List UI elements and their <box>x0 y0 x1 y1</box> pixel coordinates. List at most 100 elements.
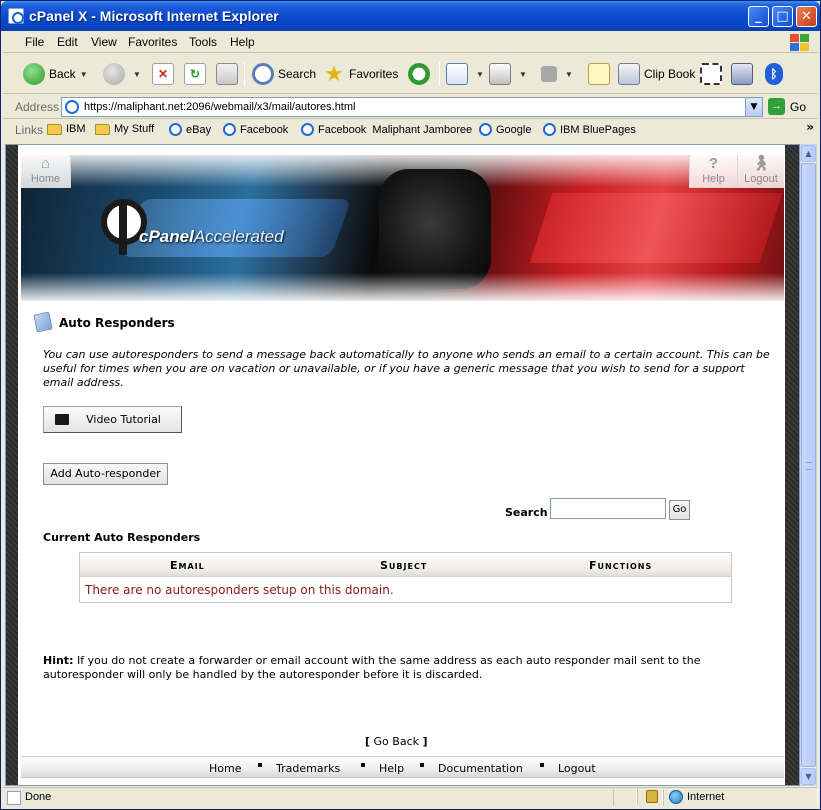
discuss-button[interactable] <box>588 60 614 88</box>
clipbook-icon <box>618 63 640 85</box>
stop-icon: ✕ <box>152 63 174 85</box>
menu-tools[interactable]: Tools <box>189 35 217 49</box>
browser-window: cPanel X - Microsoft Internet Explorer _… <box>0 0 821 810</box>
ie-page-icon <box>223 123 236 136</box>
separator-dot <box>258 763 262 767</box>
walking-person-icon: 🚶︎ <box>751 155 771 172</box>
menu-view[interactable]: View <box>91 35 117 49</box>
address-label: Address <box>15 100 60 114</box>
ie-page-icon <box>301 123 314 136</box>
lock-icon[interactable] <box>646 790 658 803</box>
back-button[interactable]: Back ▼ <box>23 60 88 88</box>
menu-help[interactable]: Help <box>230 35 255 49</box>
link-ebay[interactable]: eBay <box>169 123 211 136</box>
banner-logout-button[interactable]: 🚶︎ Logout <box>737 155 784 188</box>
home-button[interactable] <box>216 60 242 88</box>
link-ibm[interactable]: IBM <box>47 123 86 135</box>
go-back: [ Go Back ] <box>365 735 428 748</box>
chevron-down-icon[interactable]: ▼ <box>476 70 484 79</box>
page-viewport: cPanelAccelerated ⌂ Home ? Help 🚶︎ Logou… <box>5 144 800 786</box>
link-facebook-jamboree[interactable]: Facebook Maliphant Jamboree <box>301 123 472 136</box>
go-back-link[interactable]: Go Back <box>374 735 419 748</box>
minimize-button[interactable]: _ <box>748 6 769 27</box>
windows-logo-icon <box>786 32 812 52</box>
page-background: cPanelAccelerated ⌂ Home ? Help 🚶︎ Logou… <box>6 145 799 785</box>
search-go-button[interactable]: Go <box>669 500 690 520</box>
footer-help-link[interactable]: Help <box>379 762 404 775</box>
chevron-down-icon[interactable]: ▼ <box>80 70 88 79</box>
cpanel-logo-text: cPanelAccelerated <box>139 227 284 247</box>
video-tutorial-button[interactable]: Video Tutorial <box>43 406 182 433</box>
intro-text: You can use autoresponders to send a mes… <box>43 348 770 389</box>
menu-edit[interactable]: Edit <box>57 35 78 49</box>
bluetooth-button[interactable]: ᛒ <box>765 60 787 88</box>
link-label: IBM BluePages <box>560 123 636 136</box>
link-google[interactable]: Google <box>479 123 531 136</box>
cpanel-banner: cPanelAccelerated ⌂ Home ? Help 🚶︎ Logou… <box>21 155 784 301</box>
mail-button[interactable]: ▼ <box>446 60 484 88</box>
capture-button[interactable] <box>700 60 726 88</box>
column-subject[interactable]: Subject <box>380 559 427 572</box>
address-url[interactable]: https://maliphant.net:2096/webmail/x3/ma… <box>84 101 355 113</box>
menu-file[interactable]: File <box>25 35 44 49</box>
banner-help-label: Help <box>702 173 725 185</box>
add-autoresponder-button[interactable]: Add Auto-responder <box>43 463 168 485</box>
link-label: eBay <box>186 123 212 136</box>
address-input[interactable]: https://maliphant.net:2096/webmail/x3/ma… <box>61 97 763 117</box>
back-label: Back <box>49 67 76 81</box>
scroll-down-icon[interactable]: ▼ <box>801 768 816 785</box>
banner-help-button[interactable]: ? Help <box>689 155 737 188</box>
separator-dot <box>420 763 424 767</box>
autoresponders-table: Email Subject Functions There are no aut… <box>79 552 732 603</box>
clip-book-button[interactable]: Clip Book <box>618 60 695 88</box>
banner-home-label: Home <box>30 173 61 185</box>
title-bar[interactable]: cPanel X - Microsoft Internet Explorer _… <box>1 1 820 31</box>
forward-button[interactable]: ▼ <box>103 60 141 88</box>
search-input[interactable] <box>550 498 666 519</box>
footer-documentation-link[interactable]: Documentation <box>438 762 523 775</box>
go-button[interactable]: → Go <box>768 98 806 115</box>
column-email[interactable]: Email <box>170 559 205 572</box>
footer-home-link[interactable]: Home <box>209 762 241 775</box>
menu-favorites[interactable]: Favorites <box>128 35 177 49</box>
forward-arrow-icon <box>103 63 125 85</box>
links-bar: Links IBM My Stuff eBay Facebook Faceboo… <box>3 120 818 140</box>
history-button[interactable] <box>408 60 434 88</box>
address-bar: Address https://maliphant.net:2096/webma… <box>3 95 818 119</box>
search-label: Search <box>278 67 317 81</box>
autoresponder-icon <box>33 311 53 333</box>
status-text: Done <box>25 791 52 803</box>
print-button[interactable]: ▼ <box>489 60 527 88</box>
chevron-right-icon[interactable]: » <box>806 120 814 134</box>
video-tutorial-label: Video Tutorial <box>86 413 161 426</box>
close-button[interactable]: ✕ <box>796 6 817 27</box>
chevron-down-icon[interactable]: ▼ <box>745 98 762 116</box>
window-title: cPanel X - Microsoft Internet Explorer <box>29 8 279 24</box>
refresh-button[interactable]: ↻ <box>184 60 210 88</box>
footer-logout-link[interactable]: Logout <box>558 762 596 775</box>
chevron-down-icon[interactable]: ▼ <box>565 70 573 79</box>
edit-button[interactable]: ▼ <box>541 60 573 88</box>
table-row: There are no autoresponders setup on thi… <box>80 577 731 602</box>
link-label: My Stuff <box>114 123 155 135</box>
scroll-up-icon[interactable]: ▲ <box>801 145 816 162</box>
footer-trademarks-link[interactable]: Trademarks <box>276 762 340 775</box>
link-facebook[interactable]: Facebook <box>223 123 288 136</box>
banner-home-button[interactable]: ⌂ Home <box>21 155 71 188</box>
chevron-down-icon[interactable]: ▼ <box>519 70 527 79</box>
stop-button[interactable]: ✕ <box>152 60 178 88</box>
search-button[interactable]: Search <box>252 60 316 88</box>
link-ibm-bluepages[interactable]: IBM BluePages <box>543 123 636 136</box>
banner-logout-label: Logout <box>744 173 778 185</box>
status-bar: Done Internet <box>3 787 818 807</box>
vertical-scrollbar[interactable]: ▲ ▼ <box>800 144 817 786</box>
edit-icon <box>541 66 557 82</box>
chevron-down-icon[interactable]: ▼ <box>133 70 141 79</box>
globe-icon <box>669 790 683 804</box>
scroll-thumb[interactable] <box>801 163 816 767</box>
maximize-button[interactable]: □ <box>772 6 793 27</box>
ie-page-icon <box>543 123 556 136</box>
favorites-button[interactable]: ★ Favorites <box>323 60 398 88</box>
research-button[interactable] <box>731 60 757 88</box>
link-my-stuff[interactable]: My Stuff <box>95 123 154 135</box>
